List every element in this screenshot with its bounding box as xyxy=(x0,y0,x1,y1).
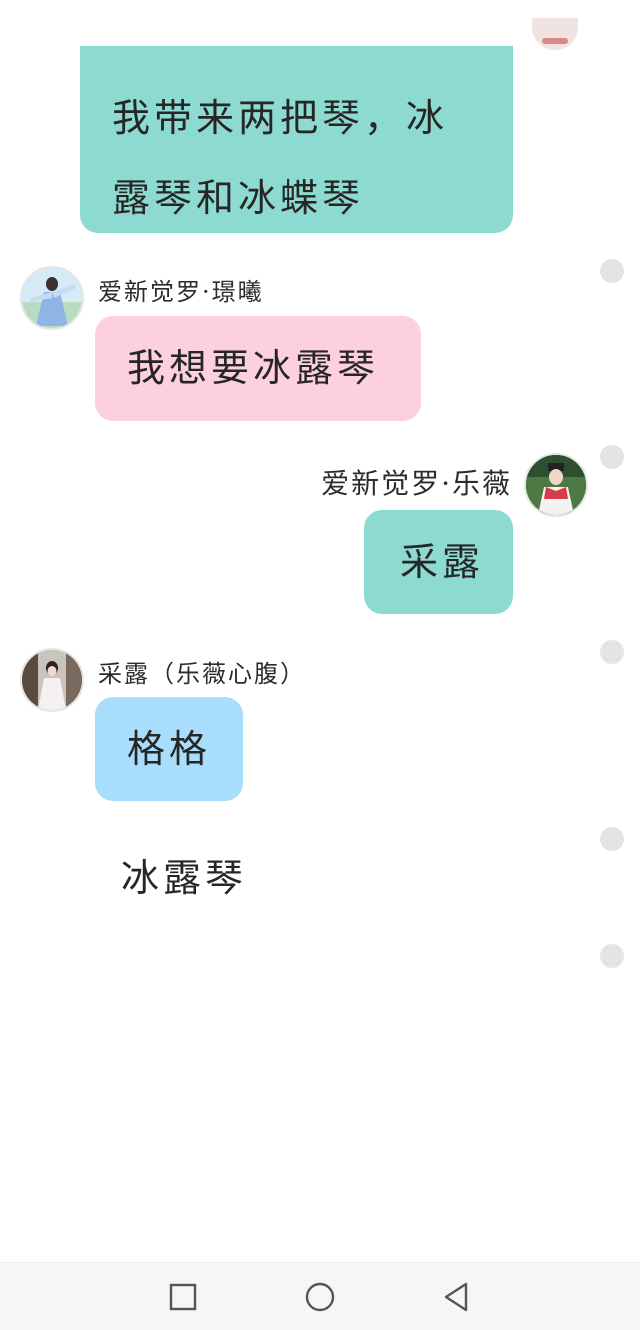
status-dot xyxy=(600,944,624,968)
message-3-text: 采露 xyxy=(400,540,485,584)
sender-name: 采露（乐薇心腹） xyxy=(98,660,306,688)
status-dot xyxy=(600,445,624,469)
avatar[interactable] xyxy=(20,648,84,712)
message-5-text: 冰露琴 xyxy=(121,856,248,900)
navigation-bar xyxy=(0,1262,640,1330)
status-dot xyxy=(600,827,624,851)
avatar[interactable] xyxy=(524,453,588,517)
message-2-text: 我想要冰露琴 xyxy=(127,346,380,390)
message-1-line-2: 露琴和冰蝶琴 xyxy=(112,176,365,220)
circle-icon[interactable] xyxy=(302,1279,338,1315)
message-bubble-1[interactable]: 我带来两把琴，冰 露琴和冰蝶琴 xyxy=(80,46,513,233)
message-4-text: 格格 xyxy=(127,727,212,771)
message-1-line-1: 我带来两把琴，冰 xyxy=(112,96,449,140)
message-bubble-2[interactable]: 我想要冰露琴 xyxy=(95,316,421,421)
triangle-back-icon[interactable] xyxy=(438,1279,474,1315)
status-dot xyxy=(600,259,624,283)
sender-name: 爱新觉罗·乐薇 xyxy=(321,467,512,500)
message-bubble-5[interactable]: 冰露琴 xyxy=(95,830,295,926)
message-bubble-4[interactable]: 格格 xyxy=(95,697,243,801)
sender-name: 爱新觉罗·璟曦 xyxy=(98,278,264,306)
avatar[interactable] xyxy=(20,266,84,330)
status-dot xyxy=(600,640,624,664)
message-bubble-3[interactable]: 采露 xyxy=(364,510,513,614)
avatar-peek xyxy=(532,18,578,50)
square-icon[interactable] xyxy=(165,1279,201,1315)
